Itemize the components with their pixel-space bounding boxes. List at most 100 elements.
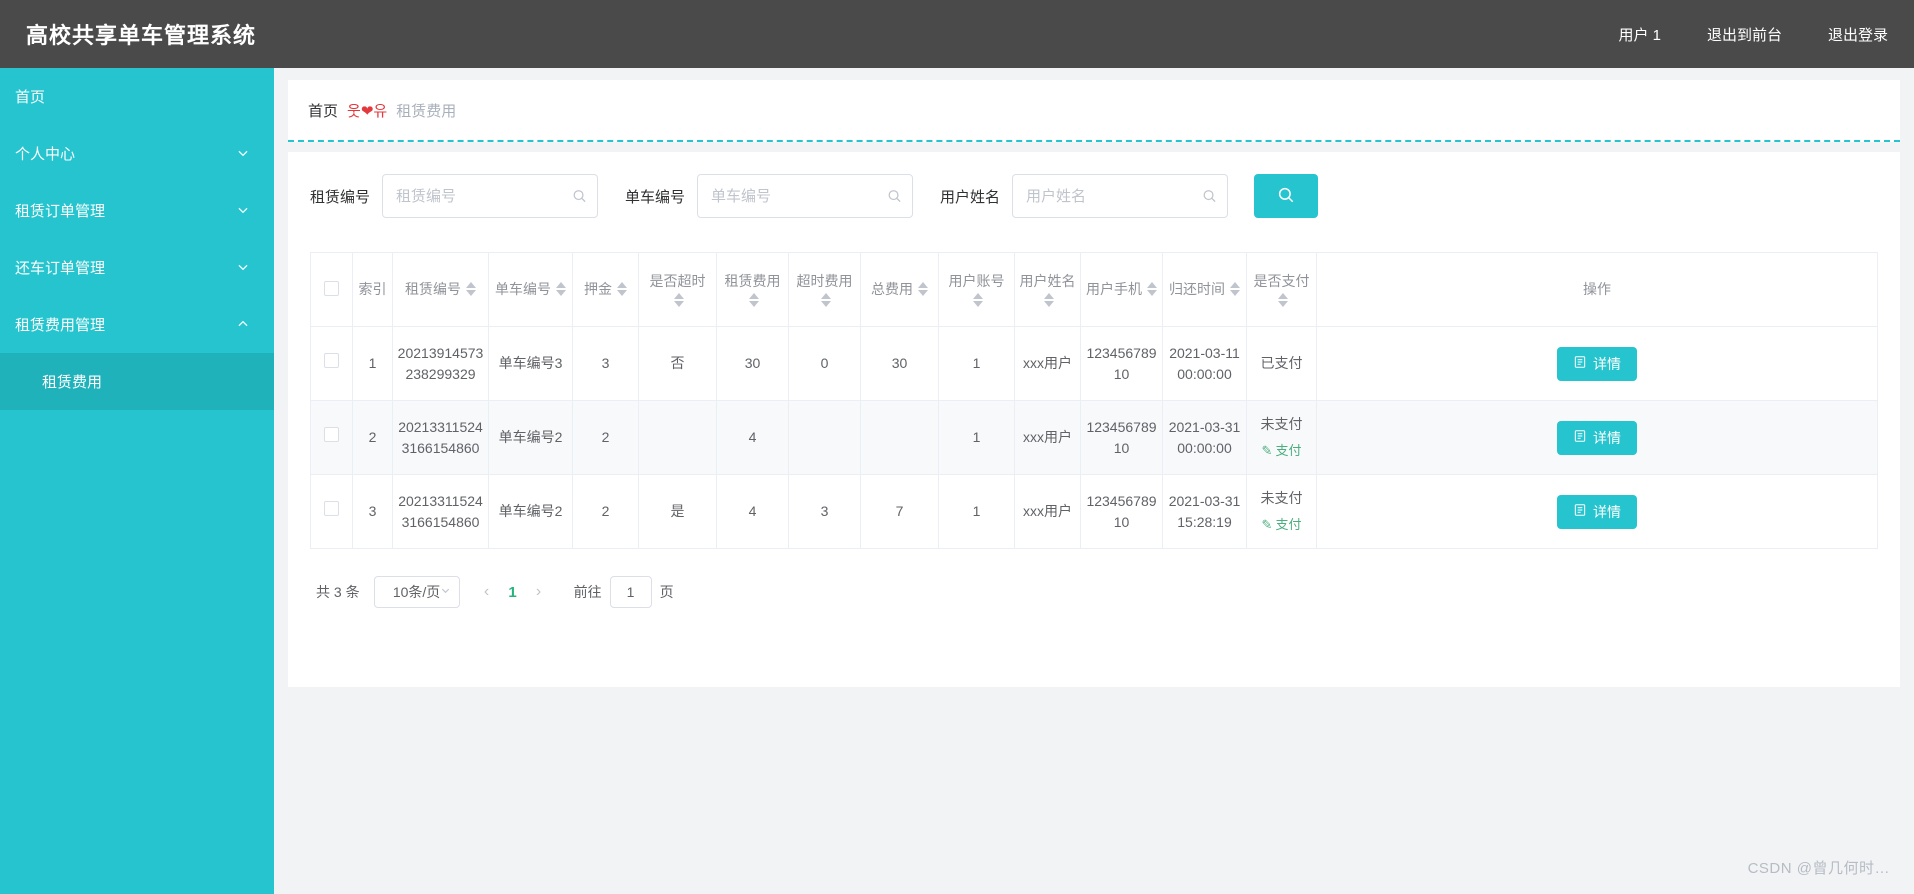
next-page-button[interactable]: › bbox=[526, 583, 552, 601]
col-user-name[interactable]: 用户姓名 bbox=[1014, 252, 1081, 327]
cell-user-account: 1 bbox=[938, 400, 1015, 475]
col-deposit[interactable]: 押金 bbox=[572, 252, 639, 327]
user-label[interactable]: 用户 1 bbox=[1618, 24, 1661, 45]
pagination: 共 3 条 10条/页 ‹ 1 › 前往 页 bbox=[310, 567, 1878, 617]
cell-user-phone: 12345678910 bbox=[1080, 474, 1163, 549]
sort-icon[interactable] bbox=[466, 282, 476, 297]
sidebar-item-rental-fee-management[interactable]: 租赁费用管理 bbox=[0, 296, 274, 353]
pay-link[interactable]: ✎ 支付 bbox=[1251, 515, 1312, 535]
cell-overtime: 是 bbox=[638, 474, 717, 549]
user-name-input[interactable] bbox=[1013, 175, 1228, 217]
cell-action: 详情 bbox=[1316, 474, 1878, 549]
rent-no-field[interactable] bbox=[382, 174, 599, 218]
jump-page-input[interactable] bbox=[609, 576, 652, 608]
select-all-checkbox[interactable] bbox=[324, 280, 339, 296]
detail-button[interactable]: 详情 bbox=[1557, 494, 1637, 529]
col-label: 押金 bbox=[584, 281, 612, 298]
col-label: 超时费用 bbox=[796, 272, 853, 289]
cell-user-name: xxx用户 bbox=[1014, 400, 1081, 475]
sort-icon[interactable] bbox=[918, 282, 928, 297]
cell-deposit: 2 bbox=[572, 400, 639, 475]
sort-icon[interactable] bbox=[673, 293, 684, 308]
sort-icon[interactable] bbox=[1277, 293, 1288, 308]
detail-button[interactable]: 详情 bbox=[1557, 346, 1637, 381]
logout-button[interactable]: 退出登录 bbox=[1828, 24, 1888, 45]
sort-icon[interactable] bbox=[1230, 282, 1240, 297]
col-label: 归还时间 bbox=[1169, 281, 1225, 298]
breadcrumb-separator-icon: 웃❤유 bbox=[347, 102, 388, 120]
detail-button[interactable]: 详情 bbox=[1557, 420, 1637, 455]
sidebar-item-home[interactable]: 首页 bbox=[0, 68, 274, 125]
sort-icon[interactable] bbox=[617, 282, 627, 297]
row-checkbox[interactable] bbox=[324, 353, 339, 368]
search-button[interactable] bbox=[1254, 174, 1319, 218]
main-content: 首页 웃❤유 租赁费用 租赁编号 单车编号 bbox=[274, 68, 1914, 894]
sidebar-nav: 首页 个人中心 租赁订单管理 还车订单管理 租赁费用管理 租赁费用 bbox=[0, 68, 274, 894]
cell-bike-no: 单车编号3 bbox=[488, 326, 573, 401]
cell-index: 2 bbox=[352, 400, 393, 475]
col-user-phone[interactable]: 用户手机 bbox=[1080, 252, 1163, 327]
cell-index: 3 bbox=[352, 474, 393, 549]
detail-button-label: 详情 bbox=[1593, 503, 1621, 520]
col-label: 操作 bbox=[1583, 281, 1611, 298]
sort-icon[interactable] bbox=[972, 293, 983, 308]
col-total-fee[interactable]: 总费用 bbox=[860, 252, 939, 327]
sidebar-item-rental-orders[interactable]: 租赁订单管理 bbox=[0, 182, 274, 239]
row-checkbox[interactable] bbox=[324, 427, 339, 442]
table-row: 2 202133115243166154860 单车编号2 2 4 1 xxx用… bbox=[310, 400, 1878, 475]
cell-overtime-fee: 0 bbox=[788, 326, 861, 401]
col-overtime-fee[interactable]: 超时费用 bbox=[788, 252, 861, 327]
pay-link-label: 支付 bbox=[1275, 517, 1302, 533]
table-body: 1 20213914573238299329 单车编号3 3 否 30 0 30… bbox=[310, 326, 1878, 549]
cell-rent-fee: 4 bbox=[716, 400, 789, 475]
col-user-account[interactable]: 用户账号 bbox=[938, 252, 1015, 327]
bike-no-field[interactable] bbox=[697, 174, 914, 218]
sidebar-item-return-orders[interactable]: 还车订单管理 bbox=[0, 239, 274, 296]
col-label: 租赁费用 bbox=[724, 272, 781, 289]
search-icon bbox=[1202, 189, 1217, 204]
cell-rent-no: 20213914573238299329 bbox=[392, 326, 489, 401]
col-return-time[interactable]: 归还时间 bbox=[1162, 252, 1247, 327]
search-icon bbox=[887, 189, 902, 204]
sort-icon[interactable] bbox=[820, 293, 831, 308]
document-icon bbox=[1573, 429, 1587, 446]
pay-link[interactable]: ✎ 支付 bbox=[1251, 441, 1312, 461]
row-select-cell bbox=[310, 400, 353, 475]
breadcrumb-home[interactable]: 首页 bbox=[308, 100, 338, 121]
col-rent-no[interactable]: 租赁编号 bbox=[392, 252, 489, 327]
col-paid[interactable]: 是否支付 bbox=[1246, 252, 1317, 327]
cell-paid: 未支付 ✎ 支付 bbox=[1246, 400, 1317, 475]
col-label: 用户姓名 bbox=[1019, 272, 1076, 289]
cell-bike-no: 单车编号2 bbox=[488, 474, 573, 549]
user-name-field[interactable] bbox=[1012, 174, 1229, 218]
exit-to-front-button[interactable]: 退出到前台 bbox=[1707, 24, 1782, 45]
prev-page-button[interactable]: ‹ bbox=[474, 583, 500, 601]
sort-icon[interactable] bbox=[748, 293, 759, 308]
rent-no-input[interactable] bbox=[383, 175, 598, 217]
breadcrumb: 首页 웃❤유 租赁费用 bbox=[288, 80, 1900, 142]
chevron-down-icon bbox=[440, 585, 451, 599]
col-bike-no[interactable]: 单车编号 bbox=[488, 252, 573, 327]
page-number-1[interactable]: 1 bbox=[500, 584, 526, 601]
col-label: 用户手机 bbox=[1086, 281, 1142, 298]
cell-rent-fee: 4 bbox=[716, 474, 789, 549]
col-label: 总费用 bbox=[871, 281, 913, 298]
sort-icon[interactable] bbox=[1043, 293, 1054, 308]
col-label: 索引 bbox=[358, 281, 387, 298]
sort-icon[interactable] bbox=[1147, 282, 1157, 297]
sidebar-item-personal-center[interactable]: 个人中心 bbox=[0, 125, 274, 182]
pencil-icon: ✎ bbox=[1261, 517, 1273, 533]
app-title: 高校共享单车管理系统 bbox=[26, 23, 257, 48]
bike-no-input[interactable] bbox=[698, 175, 913, 217]
sidebar-item-label: 还车订单管理 bbox=[15, 260, 106, 277]
page-size-label: 10条/页 bbox=[392, 584, 441, 600]
col-overtime[interactable]: 是否超时 bbox=[638, 252, 717, 327]
detail-button-label: 详情 bbox=[1593, 429, 1621, 446]
sort-icon[interactable] bbox=[556, 282, 566, 297]
row-checkbox[interactable] bbox=[324, 501, 339, 516]
col-label: 是否超时 bbox=[649, 272, 706, 289]
sidebar-subitem-rental-fee[interactable]: 租赁费用 bbox=[0, 353, 274, 410]
col-rent-fee[interactable]: 租赁费用 bbox=[716, 252, 789, 327]
page-size-select[interactable]: 10条/页 bbox=[373, 576, 460, 608]
sidebar-item-label: 个人中心 bbox=[15, 146, 76, 163]
